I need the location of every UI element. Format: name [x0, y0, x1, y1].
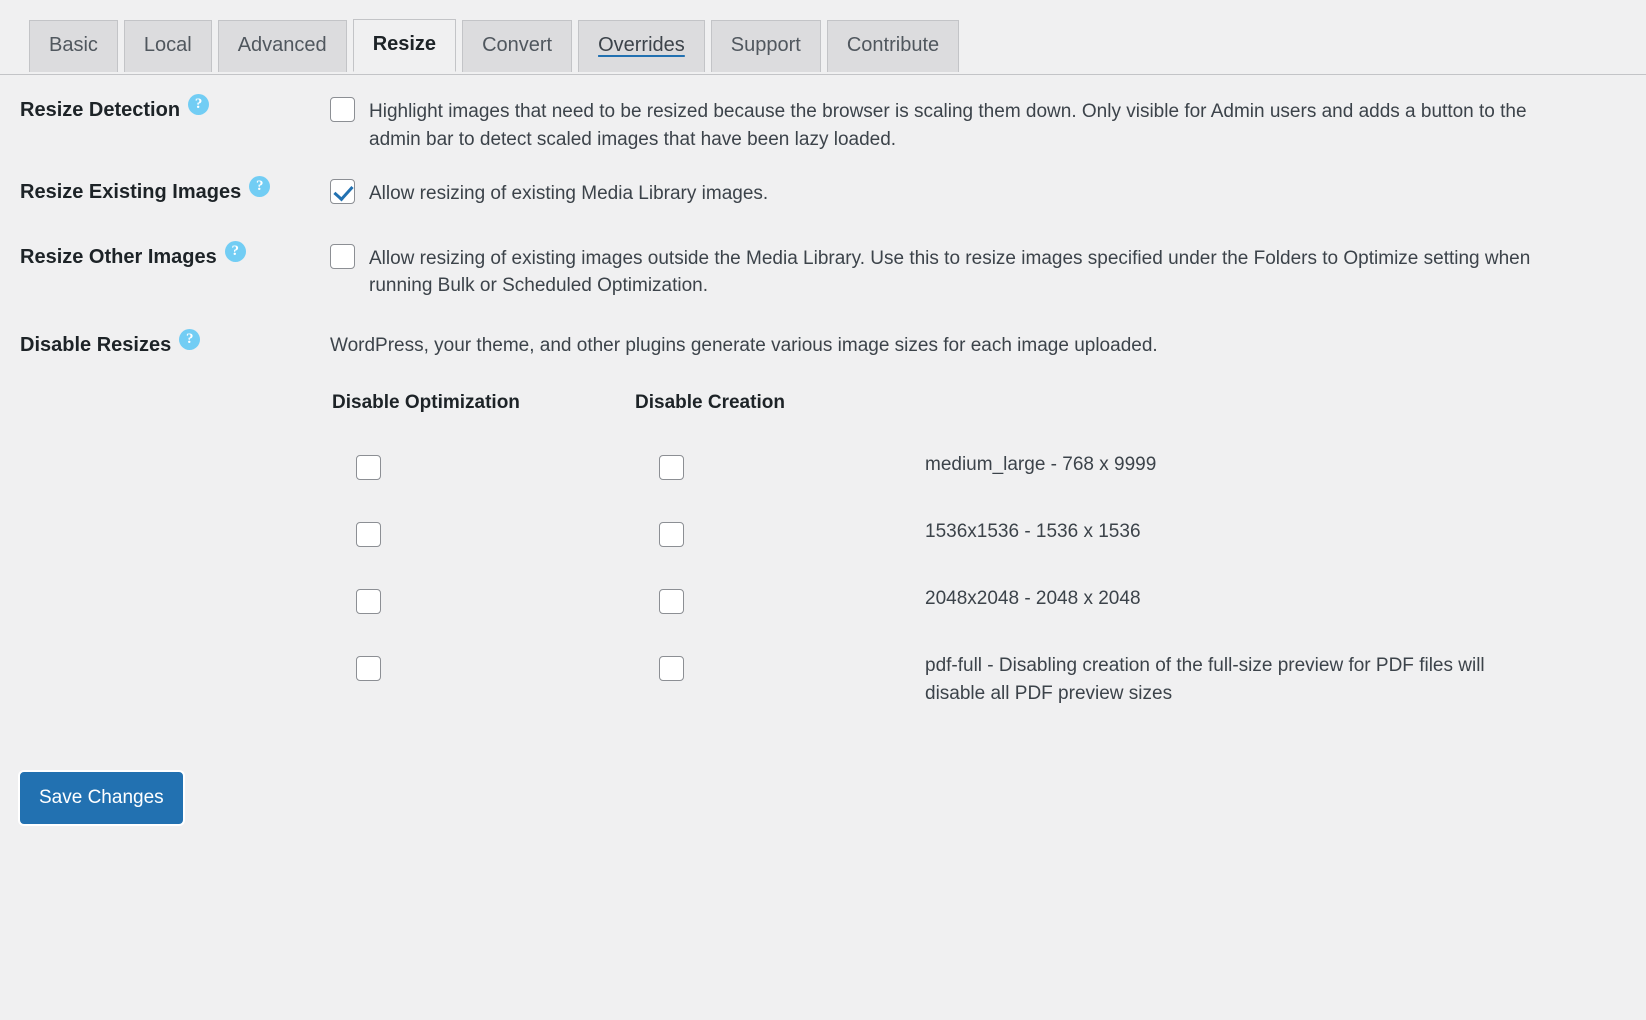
- table-row: 1536x1536 - 1536 x 1536: [330, 501, 1510, 568]
- size-name-1536: 1536x1536 - 1536 x 1536: [923, 501, 1510, 568]
- resize-detection-description: Highlight images that need to be resized…: [369, 97, 1569, 153]
- settings-tab-bar: BasicLocalAdvancedResizeConvertOverrides…: [0, 0, 1646, 75]
- table-row: medium_large - 768 x 9999: [330, 434, 1510, 501]
- resize-detection-label-cell: Resize Detection ?: [0, 75, 330, 161]
- resize-detection-label: Resize Detection: [20, 97, 180, 123]
- cell-disable-optimization: [330, 501, 633, 568]
- column-header-disable-creation: Disable Creation: [633, 391, 923, 434]
- resize-other-control-cell: Allow resizing of existing images outsid…: [330, 226, 1646, 314]
- disable-creation-checkbox-pdf-full[interactable]: [659, 656, 684, 681]
- resize-existing-description: Allow resizing of existing Media Library…: [369, 179, 768, 208]
- disable-optimization-checkbox-medium-large[interactable]: [356, 455, 381, 480]
- tab-contribute[interactable]: Contribute: [827, 20, 959, 72]
- resize-detection-checkbox[interactable]: [330, 97, 355, 122]
- tab-support[interactable]: Support: [711, 20, 821, 72]
- resize-existing-checkbox[interactable]: [330, 179, 355, 204]
- resize-other-description: Allow resizing of existing images outsid…: [369, 244, 1569, 300]
- cell-disable-creation: [633, 434, 923, 501]
- column-header-disable-optimization: Disable Optimization: [330, 391, 633, 434]
- disable-creation-checkbox-2048[interactable]: [659, 589, 684, 614]
- help-icon[interactable]: ?: [249, 176, 270, 197]
- table-row: pdf-full - Disabling creation of the ful…: [330, 635, 1510, 728]
- resize-existing-control-cell: Allow resizing of existing Media Library…: [330, 161, 1646, 226]
- setting-row-disable-resizes: Disable Resizes ? WordPress, your theme,…: [0, 314, 1646, 738]
- tab-overrides[interactable]: Overrides: [578, 20, 705, 72]
- resize-other-label: Resize Other Images: [20, 244, 217, 270]
- disable-optimization-checkbox-2048[interactable]: [356, 589, 381, 614]
- disable-creation-checkbox-medium-large[interactable]: [659, 455, 684, 480]
- tab-local[interactable]: Local: [124, 20, 212, 72]
- column-header-size-name: [923, 391, 1510, 434]
- disable-resizes-control-cell: WordPress, your theme, and other plugins…: [330, 314, 1646, 738]
- help-icon[interactable]: ?: [188, 94, 209, 115]
- disable-optimization-checkbox-1536[interactable]: [356, 522, 381, 547]
- setting-row-resize-detection: Resize Detection ? Highlight images that…: [0, 75, 1646, 161]
- disable-resizes-table: Disable Optimization Disable Creation: [330, 391, 1510, 728]
- size-name-2048: 2048x2048 - 2048 x 2048: [923, 568, 1510, 635]
- cell-disable-optimization: [330, 434, 633, 501]
- save-changes-button[interactable]: Save Changes: [20, 772, 183, 824]
- disable-resizes-description: WordPress, your theme, and other plugins…: [330, 332, 1626, 360]
- cell-disable-creation: [633, 501, 923, 568]
- cell-disable-optimization: [330, 568, 633, 635]
- cell-disable-creation: [633, 635, 923, 728]
- tab-resize[interactable]: Resize: [353, 19, 456, 72]
- setting-row-resize-other-images: Resize Other Images ? Allow resizing of …: [0, 226, 1646, 314]
- resize-other-checkbox[interactable]: [330, 244, 355, 269]
- tab-convert[interactable]: Convert: [462, 20, 572, 72]
- help-icon[interactable]: ?: [225, 241, 246, 262]
- disable-optimization-checkbox-pdf-full[interactable]: [356, 656, 381, 681]
- resize-detection-control-cell: Highlight images that need to be resized…: [330, 75, 1646, 161]
- size-name-pdf-full: pdf-full - Disabling creation of the ful…: [923, 635, 1510, 728]
- size-name-medium-large: medium_large - 768 x 9999: [923, 434, 1510, 501]
- tab-basic[interactable]: Basic: [29, 20, 118, 72]
- resize-other-label-cell: Resize Other Images ?: [0, 226, 330, 314]
- resize-existing-label-cell: Resize Existing Images ?: [0, 161, 330, 226]
- disable-resizes-label-cell: Disable Resizes ?: [0, 314, 330, 738]
- resize-settings-form: Resize Detection ? Highlight images that…: [0, 75, 1646, 738]
- disable-creation-checkbox-1536[interactable]: [659, 522, 684, 547]
- table-header-row: Disable Optimization Disable Creation: [330, 391, 1510, 434]
- cell-disable-creation: [633, 568, 923, 635]
- cell-disable-optimization: [330, 635, 633, 728]
- table-row: 2048x2048 - 2048 x 2048: [330, 568, 1510, 635]
- help-icon[interactable]: ?: [179, 329, 200, 350]
- resize-existing-label: Resize Existing Images: [20, 179, 241, 205]
- submit-area: Save Changes: [0, 738, 1646, 824]
- setting-row-resize-existing-images: Resize Existing Images ? Allow resizing …: [0, 161, 1646, 226]
- disable-resizes-label: Disable Resizes: [20, 332, 171, 358]
- tab-advanced[interactable]: Advanced: [218, 20, 347, 72]
